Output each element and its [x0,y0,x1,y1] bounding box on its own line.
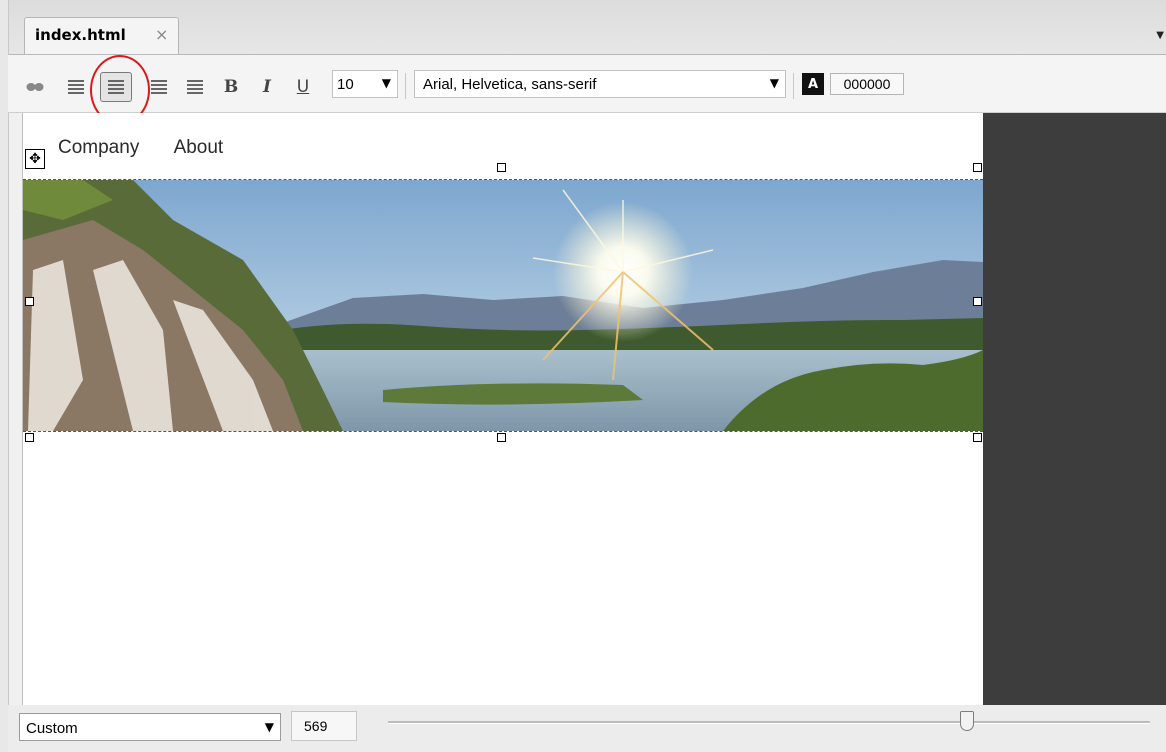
chevron-down-icon: ▼ [264,720,274,734]
viewport-width-field[interactable]: 569 [291,711,357,741]
tab-strip: index.html × ▼ [0,0,1166,752]
resize-handle[interactable] [25,433,34,442]
design-canvas[interactable]: Company About ✥ [22,113,983,705]
resize-handle[interactable] [497,163,506,172]
align-right-button[interactable] [149,75,169,99]
justify-icon [187,80,203,94]
viewport-bar: Custom ▼ 569 [8,705,1166,752]
resize-handle[interactable] [973,163,982,172]
canvas-outside-area [983,113,1166,705]
hero-image[interactable] [23,179,983,432]
resize-handle[interactable] [973,433,982,442]
nav-item-company[interactable]: Company [58,137,139,158]
font-family-select[interactable]: Arial, Helvetica, sans-serif ▼ [414,70,786,98]
align-right-icon [151,80,167,94]
tab-index-html[interactable]: index.html × [24,17,179,54]
slider-thumb[interactable] [960,711,974,731]
text-color-swatch[interactable]: A [802,73,824,95]
justify-button[interactable] [185,75,205,99]
align-left-button[interactable] [66,75,86,99]
font-size-select[interactable]: 10 ▼ [332,70,398,98]
viewport-width-slider[interactable] [388,721,1150,724]
chevron-down-icon: ▼ [381,76,391,90]
font-family-value: Arial, Helvetica, sans-serif [423,76,597,93]
font-size-value: 10 [337,76,354,93]
link-icon[interactable] [24,75,46,99]
toolbar-divider [405,73,406,99]
panel-menu-icon[interactable]: ▼ [1156,30,1164,41]
viewport-preset-select[interactable]: Custom ▼ [19,713,281,741]
italic-button[interactable]: I [257,75,277,99]
resize-handle[interactable] [973,297,982,306]
toolbar-divider [793,73,794,99]
resize-handle[interactable] [25,297,34,306]
nav-item-about[interactable]: About [174,137,224,158]
viewport-preset-value: Custom [26,720,78,737]
underline-button[interactable]: U [293,75,313,99]
bold-button[interactable]: B [221,75,241,99]
page-nav: Company About [58,137,253,159]
close-icon[interactable]: × [155,25,168,44]
align-left-icon [68,80,84,94]
formatting-toolbar: B I U 10 ▼ Arial, Helvetica, sans-serif … [8,55,1166,125]
move-handle-icon[interactable]: ✥ [25,149,45,169]
resize-handle[interactable] [497,433,506,442]
tab-label: index.html [35,26,126,44]
chevron-down-icon: ▼ [769,76,779,90]
text-color-value[interactable]: 000000 [830,73,904,95]
